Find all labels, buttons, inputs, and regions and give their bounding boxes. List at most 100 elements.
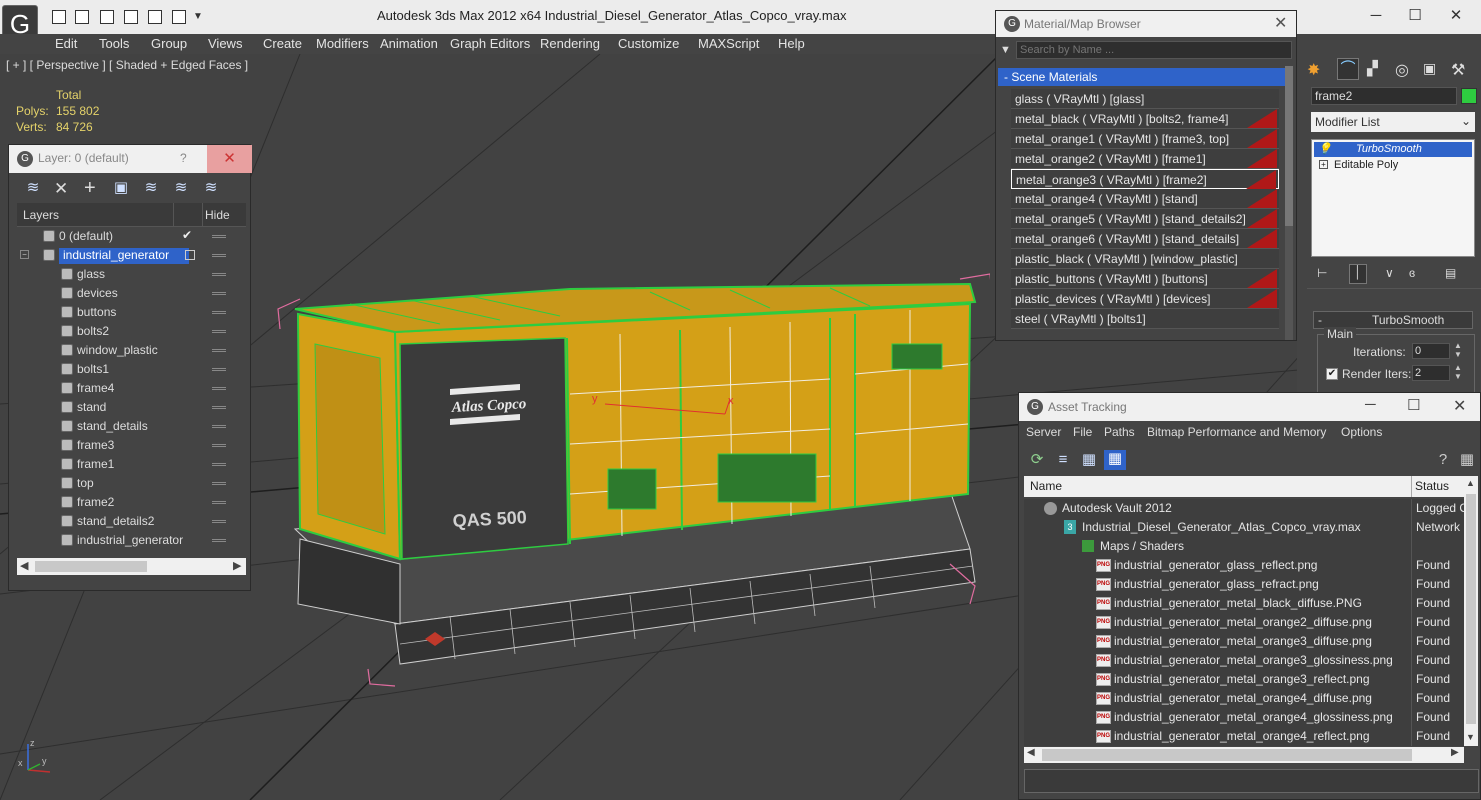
layer-row[interactable]: stand <box>17 398 246 417</box>
hide-toggle[interactable] <box>212 330 226 333</box>
asset-maximize-button[interactable]: ☐ <box>1407 396 1420 414</box>
hide-toggle[interactable] <box>212 292 226 295</box>
object-color-swatch[interactable] <box>1461 88 1477 104</box>
layer-row[interactable]: bolts1 <box>17 360 246 379</box>
layer-panel-header[interactable]: G Layer: 0 (default) ? ✕ <box>9 145 252 173</box>
menu-graph-editors[interactable]: Graph Editors <box>450 36 530 51</box>
asset-menu-paths[interactable]: Paths <box>1104 425 1135 439</box>
material-item[interactable]: metal_orange6 ( VRayMtl ) [stand_details… <box>1011 229 1279 249</box>
save-file-icon[interactable] <box>75 10 89 24</box>
menu-customize[interactable]: Customize <box>618 36 679 51</box>
asset-scroll-thumb[interactable] <box>1466 494 1476 724</box>
expand-icon[interactable]: + <box>1319 160 1328 169</box>
material-item[interactable]: metal_orange2 ( VRayMtl ) [frame1] <box>1011 149 1279 169</box>
asset-menu-bitmap-performance[interactable]: Bitmap Performance and Memory <box>1147 425 1326 439</box>
name-column-header[interactable]: Name <box>1030 479 1062 493</box>
hide-toggle[interactable] <box>212 254 226 257</box>
material-item[interactable]: metal_orange1 ( VRayMtl ) [frame3, top] <box>1011 129 1279 149</box>
layer-horizontal-scrollbar[interactable]: ◀ ▶ <box>17 558 246 575</box>
quick-access-dropdown-icon[interactable]: ▼ <box>193 11 203 22</box>
hide-toggle[interactable] <box>212 501 226 504</box>
asset-horizontal-scrollbar[interactable]: ◀ ▶ <box>1024 747 1464 763</box>
material-item[interactable]: plastic_devices ( VRayMtl ) [devices] <box>1011 289 1279 309</box>
asset-row[interactable]: PNG industrial_generator_metal_orange3_re… <box>1024 670 1464 689</box>
hide-column-header[interactable]: Hide <box>205 208 230 222</box>
material-scroll-thumb[interactable] <box>1285 66 1293 226</box>
layers-column-header[interactable]: Layers <box>23 208 59 222</box>
layer-row[interactable]: stand_details <box>17 417 246 436</box>
menu-create[interactable]: Create <box>263 36 302 51</box>
layer-row[interactable]: industrial_generator <box>17 531 246 550</box>
remove-modifier-icon[interactable]: ɞ <box>1409 266 1415 280</box>
maximize-button[interactable]: ☐ <box>1405 6 1425 26</box>
select-objects-icon[interactable]: ▣ <box>112 179 130 197</box>
hide-toggle[interactable] <box>212 235 226 238</box>
material-scrollbar[interactable] <box>1285 66 1293 340</box>
material-item[interactable]: glass ( VRayMtl ) [glass] <box>1011 89 1279 109</box>
hide-toggle[interactable] <box>212 482 226 485</box>
hide-toggle[interactable] <box>212 406 226 409</box>
make-unique-icon[interactable]: ∨ <box>1385 266 1394 280</box>
layer-row[interactable]: stand_details2 <box>17 512 246 531</box>
asset-menu-options[interactable]: Options <box>1341 425 1382 439</box>
modifier-list-dropdown[interactable]: Modifier List ⌄ <box>1311 112 1475 132</box>
layer-row[interactable]: devices <box>17 284 246 303</box>
hide-toggle[interactable] <box>212 311 226 314</box>
asset-row[interactable]: PNG industrial_generator_metal_orange2_di… <box>1024 613 1464 632</box>
asset-row[interactable]: PNG industrial_generator_metal_black_diff… <box>1024 594 1464 613</box>
material-item[interactable]: plastic_black ( VRayMtl ) [window_plasti… <box>1011 249 1279 269</box>
menu-rendering[interactable]: Rendering <box>540 36 600 51</box>
menu-help[interactable]: Help <box>778 36 805 51</box>
asset-vertical-scrollbar[interactable]: ▲ ▼ <box>1464 476 1478 746</box>
asset-tracking-header[interactable]: G Asset Tracking ─ ☐ ✕ <box>1019 393 1480 421</box>
hide-toggle[interactable] <box>212 349 226 352</box>
modify-tab-icon[interactable]: ⌒ <box>1337 58 1359 80</box>
stack-item-editable-poly[interactable]: + Editable Poly <box>1314 158 1472 173</box>
material-browser-close-button[interactable]: ✕ <box>1274 13 1287 33</box>
asset-menu-server[interactable]: Server <box>1026 425 1061 439</box>
hide-toggle[interactable] <box>212 425 226 428</box>
pin-stack-icon[interactable]: ⊢ <box>1317 266 1327 280</box>
status-column-header[interactable]: Status <box>1415 479 1449 493</box>
table-view-icon[interactable]: ▦ <box>1104 450 1126 470</box>
material-item[interactable]: metal_orange5 ( VRayMtl ) [stand_details… <box>1011 209 1279 229</box>
scene-materials-group[interactable]: - Scene Materials <box>998 68 1285 86</box>
stack-item-turbosmooth[interactable]: 💡 TurboSmooth <box>1314 142 1472 157</box>
menu-maxscript[interactable]: MAXScript <box>698 36 759 51</box>
layer-help-button[interactable]: ? <box>180 151 187 165</box>
asset-row[interactable]: Maps / Shaders <box>1024 537 1464 556</box>
render-iters-checkbox[interactable]: ✔ <box>1326 368 1338 380</box>
object-name-field[interactable] <box>1311 87 1457 105</box>
open-file-icon[interactable] <box>52 10 66 24</box>
layer-row[interactable]: top <box>17 474 246 493</box>
new-scene-icon[interactable] <box>148 10 162 24</box>
search-by-name-input[interactable] <box>1016 41 1292 59</box>
freeze-all-icon[interactable]: ≋ <box>202 179 220 197</box>
layer-close-button[interactable]: ✕ <box>207 145 252 173</box>
project-folder-icon[interactable] <box>172 10 186 24</box>
hide-toggle[interactable] <box>212 444 226 447</box>
refresh-icon[interactable]: ⟳ <box>1028 451 1046 469</box>
material-item[interactable]: steel ( VRayMtl ) [bolts1] <box>1011 309 1279 329</box>
add-to-layer-icon[interactable]: + <box>84 177 96 200</box>
thumbnail-view-icon[interactable]: ▦ <box>1080 451 1098 469</box>
material-item[interactable]: metal_orange4 ( VRayMtl ) [stand] <box>1011 189 1279 209</box>
delete-layer-icon[interactable]: ✕ <box>54 179 68 199</box>
asset-menu-file[interactable]: File <box>1073 425 1092 439</box>
current-layer-check-icon[interactable]: ✔ <box>182 228 192 242</box>
menu-edit[interactable]: Edit <box>55 36 77 51</box>
layer-row[interactable]: 0 (default) ✔ <box>17 227 246 246</box>
layer-row[interactable]: bolts2 <box>17 322 246 341</box>
collapse-icon[interactable]: − <box>20 250 29 259</box>
asset-row[interactable]: PNG industrial_generator_metal_orange4_di… <box>1024 689 1464 708</box>
minimize-button[interactable]: ─ <box>1366 6 1386 26</box>
hold-icon[interactable] <box>124 10 138 24</box>
undo-icon[interactable] <box>100 10 114 24</box>
asset-minimize-button[interactable]: ─ <box>1365 396 1376 413</box>
hide-toggle[interactable] <box>212 273 226 276</box>
material-item[interactable]: metal_orange3 ( VRayMtl ) [frame2] <box>1011 169 1279 189</box>
asset-row[interactable]: PNG industrial_generator_metal_orange3_gl… <box>1024 651 1464 670</box>
configure-modifier-sets-icon[interactable]: ▤ <box>1445 266 1456 280</box>
hide-toggle[interactable] <box>212 463 226 466</box>
layer-row[interactable]: window_plastic <box>17 341 246 360</box>
